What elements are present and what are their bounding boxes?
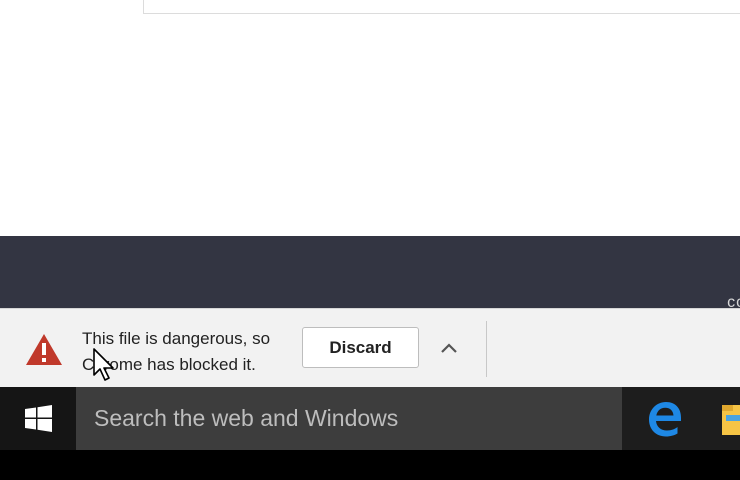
page-content-box: [143, 0, 740, 14]
browser-page-content: [0, 0, 740, 236]
warning-icon: [26, 334, 62, 365]
download-warning-message: This file is dangerous, so Chrome has bl…: [82, 329, 271, 374]
file-explorer-icon[interactable]: [720, 399, 740, 439]
discard-button[interactable]: Discard: [302, 327, 419, 368]
edge-taskbar-button[interactable]: [640, 395, 690, 443]
windows-taskbar: [0, 387, 740, 450]
download-shelf: This file is dangerous, so Chrome has bl…: [0, 308, 740, 388]
taskbar-search-box[interactable]: [76, 387, 622, 450]
edge-browser-icon: [649, 402, 681, 437]
windows-logo-icon: [24, 405, 52, 432]
download-options-button[interactable]: [436, 335, 462, 361]
screen-bottom-edge: [0, 450, 740, 480]
dark-page-section: co: [0, 236, 740, 311]
download-bar-divider: [486, 321, 487, 377]
chevron-up-icon: [441, 343, 457, 353]
start-button[interactable]: [0, 387, 76, 450]
search-input[interactable]: [94, 387, 594, 450]
